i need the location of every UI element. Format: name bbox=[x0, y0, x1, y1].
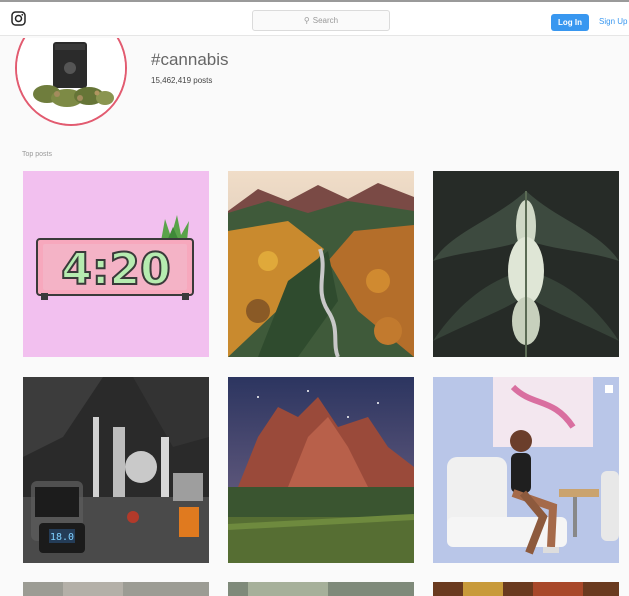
clock-text: 4:20 bbox=[61, 244, 170, 295]
partial-post-2[interactable] bbox=[228, 582, 414, 596]
clock-420-image: 4:20 bbox=[23, 171, 209, 357]
sign-up-link[interactable]: Sign Up bbox=[599, 17, 627, 26]
hashtag-title: #cannabis bbox=[151, 50, 229, 69]
cannabis-plant-post[interactable] bbox=[433, 171, 619, 357]
search-icon: ⚲ bbox=[303, 16, 310, 25]
scale-readout: 18.0 bbox=[50, 532, 74, 543]
partial-image-1 bbox=[23, 582, 209, 596]
lab-equipment-post[interactable]: 18.0 bbox=[23, 377, 209, 563]
partial-post-1[interactable] bbox=[23, 582, 209, 596]
search-placeholder: Search bbox=[312, 16, 339, 25]
partial-image-2 bbox=[228, 582, 414, 596]
clock-420-post[interactable]: 4:20 bbox=[23, 171, 209, 357]
red-rocks-post[interactable] bbox=[228, 377, 414, 563]
top-nav-bar: ⚲ Search Log In Sign Up bbox=[0, 0, 629, 36]
mountain-valley-post[interactable] bbox=[228, 171, 414, 357]
red-rocks-image bbox=[228, 377, 414, 563]
mountain-valley-image bbox=[228, 171, 414, 357]
cannabis-plant-image bbox=[433, 171, 619, 357]
post-count: 15,462,419 posts bbox=[151, 76, 213, 85]
top-posts-label: Top posts bbox=[22, 151, 52, 158]
search-input[interactable]: ⚲ Search bbox=[252, 10, 390, 31]
woman-chair-image bbox=[433, 377, 619, 563]
partial-post-3[interactable] bbox=[433, 582, 619, 596]
instagram-logo-icon[interactable] bbox=[11, 11, 26, 26]
log-in-button[interactable]: Log In bbox=[551, 14, 589, 31]
lab-equipment-image: 18.0 bbox=[23, 377, 209, 563]
partial-image-3 bbox=[433, 582, 619, 596]
woman-chair-post[interactable] bbox=[433, 377, 619, 563]
